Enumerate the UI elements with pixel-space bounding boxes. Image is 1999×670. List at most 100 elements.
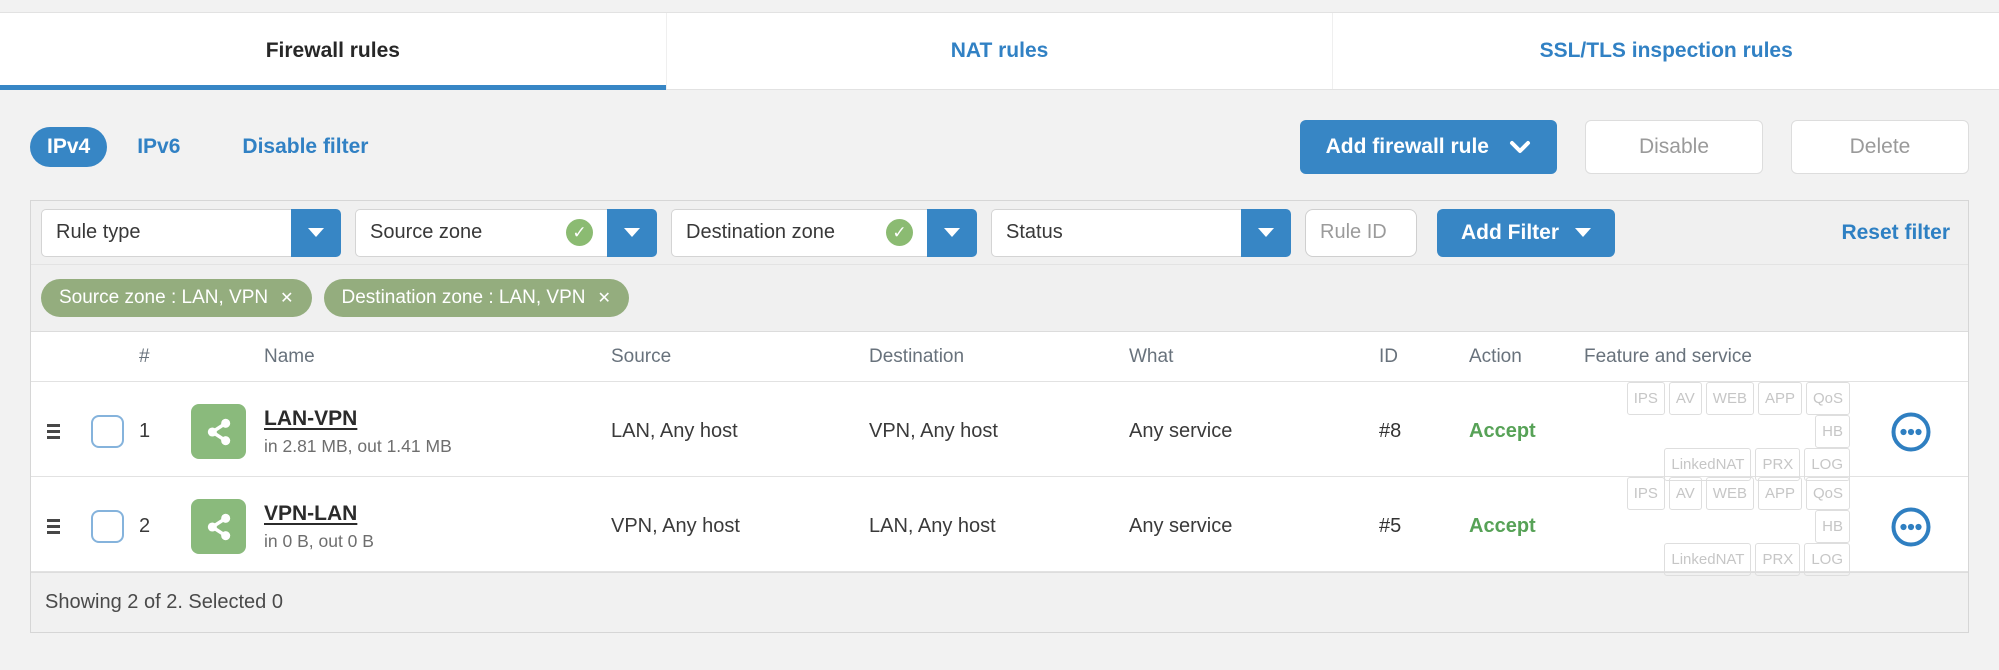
rule-destination: LAN, Any host xyxy=(869,515,996,537)
add-firewall-rule-label: Add firewall rule xyxy=(1325,135,1489,158)
disable-filter-link[interactable]: Disable filter xyxy=(242,135,368,159)
rule-type-label: Rule type xyxy=(56,221,141,243)
feature-badge: AV xyxy=(1668,382,1702,415)
destination-zone-label: Destination zone xyxy=(686,221,835,243)
chevron-down-icon xyxy=(1258,228,1274,237)
check-circle-icon: ✓ xyxy=(886,219,913,246)
header-source: Source xyxy=(611,345,672,367)
feature-badge: WEB xyxy=(1705,382,1754,415)
feature-badge: LOG xyxy=(1804,543,1850,576)
status-label: Status xyxy=(1006,221,1063,243)
delete-button[interactable]: Delete xyxy=(1791,120,1969,174)
chevron-down-icon xyxy=(1575,228,1591,237)
rule-type-dropdown-button[interactable] xyxy=(291,208,341,257)
rule-action: Accept xyxy=(1469,515,1536,537)
share-network-icon xyxy=(191,404,246,459)
feature-badge: IPS xyxy=(1626,477,1665,510)
toolbar: IPv4 IPv6 Disable filter Add firewall ru… xyxy=(30,120,1969,174)
ipv4-toggle[interactable]: IPv4 xyxy=(30,127,108,167)
rule-what: Any service xyxy=(1129,420,1233,442)
feature-badges: IPS AV WEB APP QoSHB LinkedNAT PRX LOG xyxy=(1584,382,1854,481)
firewall-rules-panel: Rule type Source zone ✓ Destination zone… xyxy=(30,200,1969,633)
tab-bar: Firewall rules NAT rules SSL/TLS inspect… xyxy=(0,12,1999,90)
feature-badges: IPS AV WEB APP QoSHB LinkedNAT PRX LOG xyxy=(1584,477,1854,576)
header-name: Name xyxy=(264,345,315,367)
rule-traffic: in 0 B, out 0 B xyxy=(264,530,374,551)
source-zone-label: Source zone xyxy=(370,221,483,243)
feature-badge: APP xyxy=(1757,382,1802,415)
rule-id: #8 xyxy=(1379,420,1402,442)
destination-zone-dropdown[interactable]: Destination zone ✓ xyxy=(671,208,977,257)
filter-chip-source-zone[interactable]: Source zone : LAN, VPN ✕ xyxy=(41,279,312,317)
table-row: 2 VPN-LAN in 0 B, out 0 B VPN, Any host … xyxy=(31,477,1968,576)
close-icon[interactable]: ✕ xyxy=(597,288,610,308)
table-header: # Name Source Destination What ID Action… xyxy=(31,332,1968,382)
drag-handle-icon[interactable] xyxy=(46,424,60,439)
check-circle-icon: ✓ xyxy=(566,219,593,246)
rule-name-link[interactable]: VPN-LAN xyxy=(264,502,374,526)
feature-badge: QoS xyxy=(1805,477,1850,510)
header-features: Feature and service xyxy=(1584,345,1752,367)
table-row: 1 LAN-VPN in 2.81 MB, out 1.41 MB LAN, A… xyxy=(31,382,1968,481)
header-num: # xyxy=(139,345,150,367)
rule-destination: VPN, Any host xyxy=(869,420,998,442)
drag-handle-icon[interactable] xyxy=(46,519,60,534)
filter-chip-label: Destination zone : LAN, VPN xyxy=(341,287,586,308)
rule-type-dropdown[interactable]: Rule type xyxy=(41,208,341,257)
feature-badge: AV xyxy=(1668,477,1702,510)
add-filter-button[interactable]: Add Filter xyxy=(1437,208,1615,257)
header-destination: Destination xyxy=(869,345,965,367)
rule-name-link[interactable]: LAN-VPN xyxy=(264,407,452,431)
source-zone-dropdown-button[interactable] xyxy=(607,208,657,257)
add-filter-label: Add Filter xyxy=(1461,220,1559,244)
chevron-down-icon xyxy=(308,228,324,237)
rule-source: VPN, Any host xyxy=(611,515,740,537)
rule-action: Accept xyxy=(1469,420,1536,442)
filter-chip-destination-zone[interactable]: Destination zone : LAN, VPN ✕ xyxy=(323,279,629,317)
reset-filter-link[interactable]: Reset filter xyxy=(1841,221,1950,245)
chevron-down-icon xyxy=(1510,140,1530,153)
more-actions-button[interactable] xyxy=(1890,411,1932,453)
add-firewall-rule-button[interactable]: Add firewall rule xyxy=(1299,120,1557,174)
active-filter-chips: Source zone : LAN, VPN ✕ Destination zon… xyxy=(31,265,1968,332)
row-checkbox[interactable] xyxy=(90,510,124,543)
status-dropdown-button[interactable] xyxy=(1241,208,1291,257)
rule-id: #5 xyxy=(1379,515,1402,537)
feature-badge: LinkedNAT xyxy=(1664,543,1752,576)
row-checkbox[interactable] xyxy=(90,415,124,448)
rule-id-input[interactable] xyxy=(1305,208,1417,257)
chevron-down-icon xyxy=(624,228,640,237)
tab-nat-rules[interactable]: NAT rules xyxy=(667,13,1334,89)
rule-source: LAN, Any host xyxy=(611,420,738,442)
row-number: 2 xyxy=(139,515,151,537)
destination-zone-dropdown-button[interactable] xyxy=(927,208,977,257)
feature-badge: IPS xyxy=(1626,382,1665,415)
source-zone-dropdown[interactable]: Source zone ✓ xyxy=(355,208,657,257)
status-dropdown[interactable]: Status xyxy=(991,208,1291,257)
more-actions-button[interactable] xyxy=(1890,506,1932,548)
filter-chip-label: Source zone : LAN, VPN xyxy=(59,287,269,308)
header-id: ID xyxy=(1379,345,1398,367)
feature-badge: QoS xyxy=(1805,382,1850,415)
results-summary: Showing 2 of 2. Selected 0 xyxy=(45,591,283,613)
feature-badge: HB xyxy=(1815,510,1850,543)
feature-badge: WEB xyxy=(1705,477,1754,510)
row-number: 1 xyxy=(139,420,151,442)
disable-button[interactable]: Disable xyxy=(1585,120,1763,174)
header-what: What xyxy=(1129,345,1174,367)
table-footer: Showing 2 of 2. Selected 0 xyxy=(31,572,1968,632)
chevron-down-icon xyxy=(944,228,960,237)
rule-what: Any service xyxy=(1129,515,1233,537)
feature-badge: HB xyxy=(1815,415,1850,448)
header-action: Action xyxy=(1469,345,1522,367)
feature-badge: PRX xyxy=(1755,543,1801,576)
ellipsis-circle-icon xyxy=(1891,507,1931,546)
tab-firewall-rules[interactable]: Firewall rules xyxy=(0,13,667,90)
filter-bar: Rule type Source zone ✓ Destination zone… xyxy=(31,201,1968,265)
ipv6-toggle[interactable]: IPv6 xyxy=(137,135,180,159)
feature-badge: APP xyxy=(1757,477,1802,510)
close-icon[interactable]: ✕ xyxy=(280,288,293,308)
share-network-icon xyxy=(191,499,246,554)
tab-ssl-tls-inspection-rules[interactable]: SSL/TLS inspection rules xyxy=(1333,13,1999,89)
rule-traffic: in 2.81 MB, out 1.41 MB xyxy=(264,435,452,456)
